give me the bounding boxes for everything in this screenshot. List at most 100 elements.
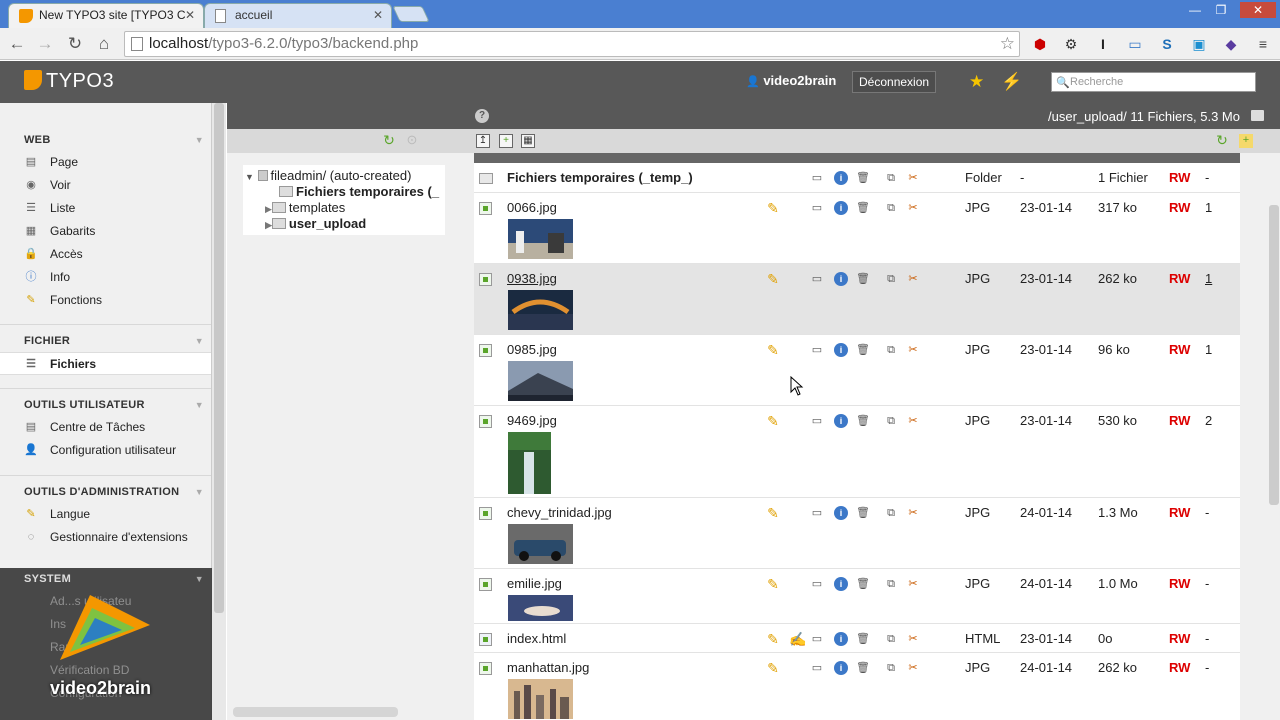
tree-node-root[interactable]: ▼ fileadmin/ (auto-created) [245, 168, 411, 183]
module-fonctions[interactable]: ✎ Fonctions [0, 289, 211, 312]
edit-pencil-icon[interactable]: ✎ [766, 201, 780, 215]
trash-icon[interactable]: 🗑 [856, 577, 870, 591]
backend-search-input[interactable]: 🔍 Recherche [1051, 72, 1256, 92]
info-icon[interactable]: i [834, 343, 848, 357]
trash-icon[interactable]: 🗑 [856, 171, 870, 185]
tree-node-user-upload[interactable]: ▶ user_upload [265, 216, 366, 231]
tab-typo3[interactable]: New TYPO3 site [TYPO3 C ✕ [8, 3, 204, 28]
view-icon[interactable]: ▭ [810, 343, 824, 357]
cut-icon[interactable]: ✂ [906, 171, 920, 185]
collapse-arrow-icon[interactable]: ▼ [195, 568, 204, 590]
edit-pencil-icon[interactable]: ✎ [766, 661, 780, 675]
reload-icon[interactable]: ↻ [64, 33, 86, 55]
clipboard-icon[interactable]: ▦ [521, 134, 535, 148]
forward-arrow-icon[interactable]: → [34, 33, 56, 55]
file-name[interactable]: emilie.jpg [507, 576, 562, 591]
cut-icon[interactable]: ✂ [906, 661, 920, 675]
module-acces[interactable]: 🔒 Accès [0, 243, 211, 266]
bookmarks-star-icon[interactable]: ★ [969, 72, 984, 92]
copy-icon[interactable]: ⧉ [884, 272, 898, 286]
copy-icon[interactable]: ⧉ [884, 577, 898, 591]
view-icon[interactable]: ▭ [810, 201, 824, 215]
restore-icon[interactable]: ❐ [1208, 2, 1234, 18]
trash-icon[interactable]: 🗑 [856, 414, 870, 428]
image-thumbnail[interactable] [508, 432, 551, 494]
trash-icon[interactable]: 🗑 [856, 506, 870, 520]
scrollbar-thumb[interactable] [214, 103, 224, 613]
trash-icon[interactable]: 🗑 [856, 661, 870, 675]
info-icon[interactable]: i [834, 661, 848, 675]
trash-icon[interactable]: 🗑 [856, 272, 870, 286]
collapse-arrow-icon[interactable]: ▼ [195, 129, 204, 151]
file-name[interactable]: 9469.jpg [507, 413, 557, 428]
trash-icon[interactable]: 🗑 [856, 632, 870, 646]
tree-settings-icon[interactable]: ⊙ [405, 133, 419, 148]
section-header[interactable]: SYSTEM ▼ [0, 568, 212, 590]
chrome-menu-icon[interactable]: ≡ [1253, 34, 1273, 54]
collapse-arrow-icon[interactable]: ▼ [195, 481, 204, 503]
info-icon[interactable]: i [834, 632, 848, 646]
file-name[interactable]: index.html [507, 631, 566, 646]
copy-icon[interactable]: ⧉ [884, 414, 898, 428]
module-info[interactable]: ⓘ Info [0, 266, 211, 289]
refresh-tree-icon[interactable]: ↻ [382, 133, 396, 148]
table-row[interactable]: Fichiers temporaires (_temp_) ▭ i 🗑 ⧉ ✂ … [474, 163, 1240, 193]
trash-icon[interactable]: 🗑 [856, 201, 870, 215]
flash-cache-icon[interactable]: ⚡ [1001, 72, 1022, 92]
table-row[interactable]: index.html ✎ ✍ ▭ i 🗑 ⧉ ✂ HTML 23-01-14 0… [474, 624, 1240, 653]
edit-pencil-icon[interactable]: ✎ [766, 577, 780, 591]
collapse-arrow-icon[interactable]: ▼ [195, 330, 204, 352]
window-close-icon[interactable]: ✕ [1240, 2, 1276, 18]
home-icon[interactable]: ⌂ [93, 33, 115, 55]
cut-icon[interactable]: ✂ [906, 632, 920, 646]
copy-icon[interactable]: ⧉ [884, 201, 898, 215]
folder-extension-icon[interactable]: ▭ [1125, 34, 1145, 54]
module-configuration-utilisateur[interactable]: 👤 Configuration utilisateur [0, 439, 211, 462]
module-langue[interactable]: ✎ Langue [0, 503, 211, 526]
copy-icon[interactable]: ⧉ [884, 171, 898, 185]
info-icon[interactable]: i [834, 577, 848, 591]
edit-pencil-icon[interactable]: ✎ [766, 272, 780, 286]
view-icon[interactable]: ▭ [810, 577, 824, 591]
new-tab-button[interactable] [392, 6, 430, 22]
info-icon[interactable]: i [834, 272, 848, 286]
info-icon[interactable]: i [834, 201, 848, 215]
file-name[interactable]: 0985.jpg [507, 342, 557, 357]
module-menu-scrollbar[interactable] [212, 103, 226, 720]
file-name[interactable]: manhattan.jpg [507, 660, 589, 675]
view-icon[interactable]: ▭ [810, 171, 824, 185]
address-bar[interactable]: localhost/typo3-6.2.0/typo3/backend.php … [124, 31, 1020, 57]
tree-horizontal-scrollbar[interactable] [233, 707, 398, 717]
trash-icon[interactable]: 🗑 [856, 343, 870, 357]
s-extension-icon[interactable]: S [1157, 34, 1177, 54]
file-name[interactable]: 0938.jpg [507, 271, 557, 286]
view-icon[interactable]: ▭ [810, 632, 824, 646]
back-arrow-icon[interactable]: ← [6, 33, 28, 55]
view-icon[interactable]: ▭ [810, 272, 824, 286]
cut-icon[interactable]: ✂ [906, 201, 920, 215]
tree-node-templates[interactable]: ▶ templates [265, 200, 345, 215]
purple-extension-icon[interactable]: ◆ [1221, 34, 1241, 54]
info-icon[interactable]: i [834, 171, 848, 185]
help-icon[interactable]: ? [475, 109, 489, 123]
close-tab-icon[interactable]: ✕ [373, 4, 383, 27]
image-thumbnail[interactable] [508, 290, 573, 330]
cut-icon[interactable]: ✂ [906, 506, 920, 520]
close-tab-icon[interactable]: ✕ [185, 4, 195, 27]
refresh-list-icon[interactable]: ↻ [1215, 133, 1229, 148]
section-header[interactable]: FICHIER ▼ [0, 330, 211, 352]
section-header[interactable]: OUTILS UTILISATEUR ▼ [0, 394, 211, 416]
image-thumbnail[interactable] [508, 524, 573, 564]
text-cursor-icon[interactable]: I [1093, 34, 1113, 54]
edit-content-icon[interactable]: ✍ [789, 632, 806, 646]
tree-node-temp[interactable]: Fichiers temporaires (_ [279, 184, 445, 199]
image-thumbnail[interactable] [508, 361, 573, 401]
adblock-icon[interactable]: ⬢ [1030, 34, 1050, 54]
scrollbar-thumb[interactable] [1269, 205, 1279, 505]
screen-extension-icon[interactable]: ▣ [1189, 34, 1209, 54]
file-name[interactable]: Fichiers temporaires (_temp_) [507, 170, 693, 185]
new-file-icon[interactable]: + [499, 134, 513, 148]
table-row[interactable]: emilie.jpg ✎ ▭ i 🗑 ⧉ ✂ JPG 24-01-14 1.0 … [474, 569, 1240, 624]
copy-icon[interactable]: ⧉ [884, 632, 898, 646]
typo3-logo[interactable]: TYPO3 [24, 70, 114, 93]
